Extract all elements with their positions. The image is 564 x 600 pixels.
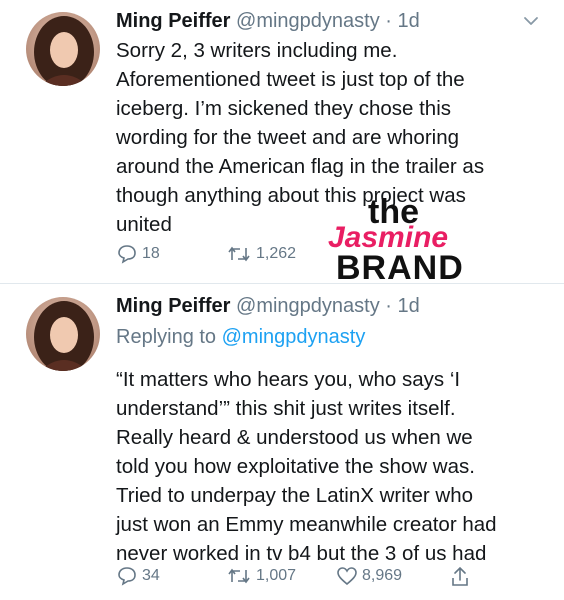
reply-button[interactable]: 34 — [116, 566, 160, 586]
like-icon — [337, 567, 357, 586]
share-button[interactable] — [450, 566, 474, 588]
reply-icon — [118, 245, 136, 264]
tweet-text: “It matters who hears you, who says ‘I u… — [116, 368, 497, 565]
retweet-icon — [228, 568, 250, 584]
display-name[interactable]: Ming Peiffer — [116, 295, 230, 317]
reply-icon — [118, 567, 136, 586]
retweet-count: 1,262 — [256, 245, 297, 262]
reply-to-handle[interactable]: @mingpdynasty — [222, 326, 366, 348]
like-button[interactable]: 8,969 — [336, 566, 402, 586]
tweet-header: Ming Peiffer @mingpdynasty · 1d — [116, 8, 420, 34]
like-count: 8,969 — [362, 567, 403, 584]
share-icon — [452, 566, 468, 586]
retweet-button[interactable]: 1,262 — [226, 244, 296, 264]
reply-count: 34 — [142, 567, 160, 584]
display-name[interactable]: Ming Peiffer — [116, 10, 230, 32]
watermark-logo: the Jasmine BRAND — [328, 193, 464, 287]
reply-count: 18 — [142, 245, 160, 262]
retweet-count: 1,007 — [256, 567, 297, 584]
avatar[interactable] — [26, 297, 100, 371]
replying-to: Replying to @mingpdynasty — [116, 326, 366, 348]
avatar[interactable] — [26, 12, 100, 86]
timestamp[interactable]: · 1d — [385, 10, 419, 32]
chevron-down-icon[interactable] — [522, 12, 540, 30]
retweet-button[interactable]: 1,007 — [226, 566, 296, 586]
tweet[interactable]: Ming Peiffer @mingpdynasty · 1d Sorry 2,… — [0, 0, 564, 285]
handle[interactable]: @mingpdynasty — [236, 295, 380, 317]
retweet-icon — [228, 246, 250, 262]
handle[interactable]: @mingpdynasty — [236, 10, 380, 32]
timestamp[interactable]: · 1d — [385, 295, 419, 317]
tweet-header: Ming Peiffer @mingpdynasty · 1d — [116, 293, 420, 319]
reply-button[interactable]: 18 — [116, 244, 160, 264]
tweet[interactable]: Ming Peiffer @mingpdynasty · 1d Replying… — [0, 284, 564, 600]
